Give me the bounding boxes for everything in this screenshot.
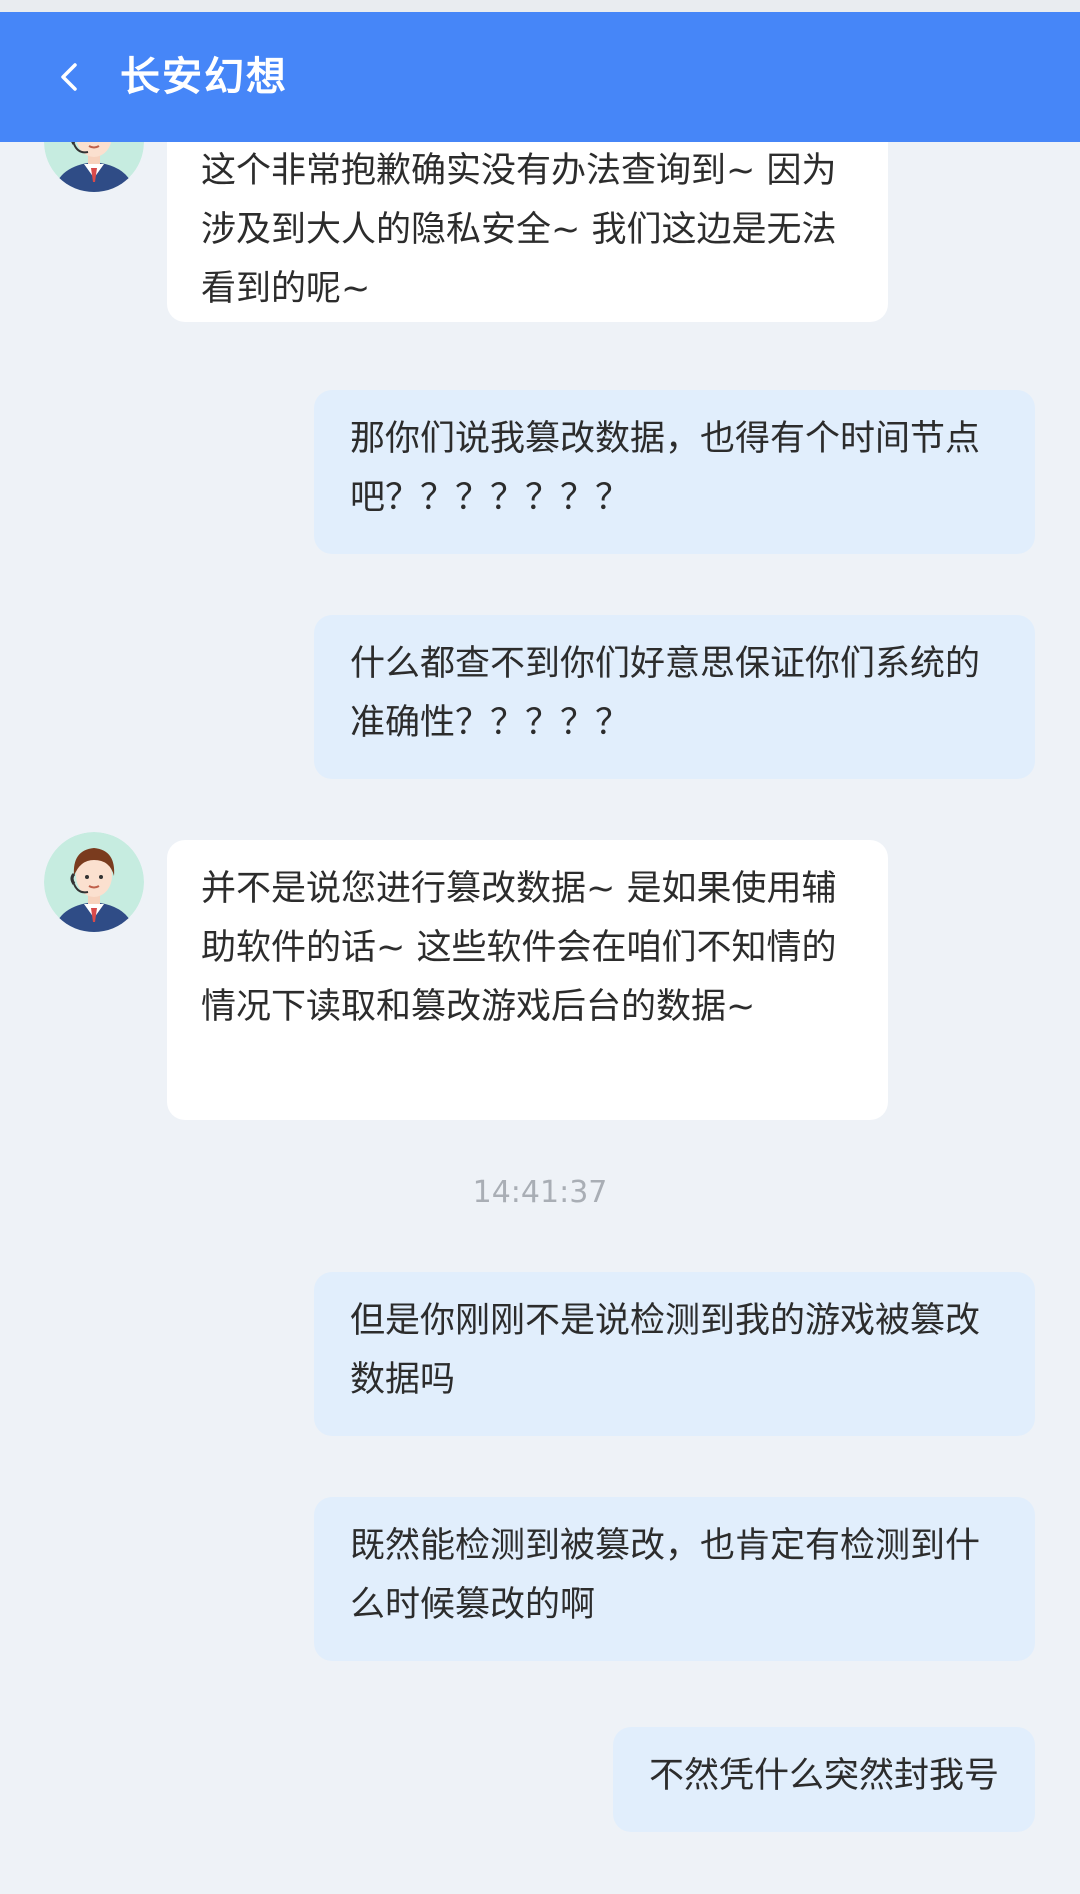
user-message-bubble: 既然能检测到被篡改，也肯定有检测到什么时候篡改的啊 <box>314 1497 1035 1661</box>
message-text: 那你们说我篡改数据，也得有个时间节点吧？？？？？？？ <box>350 419 981 518</box>
chevron-left-icon <box>61 63 77 91</box>
status-bar <box>0 0 1080 12</box>
chat-area: 这个非常抱歉确实没有办法查询到~ 因为涉及到大人的隐私安全~ 我们这边是无法看到… <box>0 0 1080 1894</box>
message-timestamp: 14:41:37 <box>472 1175 608 1210</box>
user-message-bubble: 什么都查不到你们好意思保证你们系统的准确性？？？？？ <box>314 615 1035 779</box>
app-header: 长安幻想 <box>0 12 1080 142</box>
agent-message-bubble: 这个非常抱歉确实没有办法查询到~ 因为涉及到大人的隐私安全~ 我们这边是无法看到… <box>167 122 888 322</box>
user-message-bubble: 那你们说我篡改数据，也得有个时间节点吧？？？？？？？ <box>314 390 1035 554</box>
message-text: 既然能检测到被篡改，也肯定有检测到什么时候篡改的啊 <box>350 1526 981 1625</box>
back-button[interactable] <box>36 42 106 112</box>
message-text: 但是你刚刚不是说检测到我的游戏被篡改数据吗 <box>350 1301 981 1400</box>
agent-avatar-icon[interactable] <box>44 832 144 932</box>
user-message-bubble: 不然凭什么突然封我号 <box>612 1727 1035 1832</box>
page-title: 长安幻想 <box>120 54 288 100</box>
message-text: 这个非常抱歉确实没有办法查询到~ 因为涉及到大人的隐私安全~ 我们这边是无法看到… <box>201 151 837 309</box>
message-text: 并不是说您进行篡改数据~ 是如果使用辅助软件的话~ 这些软件会在咱们不知情的情况… <box>201 869 837 1027</box>
user-message-bubble: 但是你刚刚不是说检测到我的游戏被篡改数据吗 <box>314 1272 1035 1436</box>
message-text: 不然凭什么突然封我号 <box>648 1756 999 1796</box>
message-text: 什么都查不到你们好意思保证你们系统的准确性？？？？？ <box>350 644 981 743</box>
agent-message-bubble: 并不是说您进行篡改数据~ 是如果使用辅助软件的话~ 这些软件会在咱们不知情的情况… <box>167 840 888 1120</box>
